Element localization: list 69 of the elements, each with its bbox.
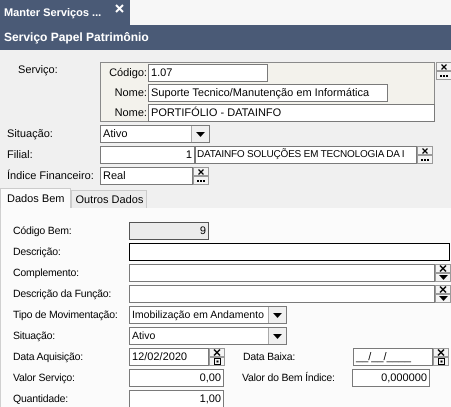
code-field[interactable]: 1.07 (148, 64, 268, 82)
close-icon[interactable] (115, 4, 124, 13)
calendar-icon (438, 358, 444, 365)
field-label: Nome: (114, 106, 148, 118)
field-label: Descrição: (12, 246, 62, 258)
field-label: Complemento: (12, 267, 80, 279)
field-label: Data Baixa: (243, 351, 296, 363)
number-field[interactable]: 0,00 (129, 369, 224, 387)
clear-button[interactable] (193, 167, 209, 176)
name-field[interactable]: PORTIFÓLIO - DATAINFO (148, 104, 435, 122)
tab[interactable]: Outros Dados (71, 190, 148, 208)
close-icon (437, 349, 445, 356)
lookup-button[interactable] (193, 176, 209, 185)
calendar-button[interactable] (433, 357, 449, 366)
date-field[interactable]: 12/02/2020 (129, 348, 209, 366)
branch-code-field[interactable]: 1 (100, 146, 195, 164)
dropdown[interactable]: Ativo (129, 327, 287, 345)
dropdown-button[interactable] (435, 294, 451, 303)
field-label: Valor do Bem Índice: (242, 372, 336, 384)
calendar-icon (214, 358, 220, 365)
document-tab[interactable]: Manter Serviços ... (0, 0, 130, 25)
dropdown-arrow-icon (438, 275, 448, 280)
field-label: Código: (108, 66, 148, 78)
clear-button[interactable] (435, 264, 451, 273)
text-field[interactable] (129, 243, 450, 261)
tab[interactable]: Dados Bem (0, 188, 72, 208)
field-label: Quantidade: (12, 393, 70, 405)
close-icon (439, 265, 447, 272)
clear-button[interactable] (435, 285, 451, 294)
field-label: Código Bem: (12, 225, 72, 237)
clear-button[interactable] (436, 62, 451, 71)
dropdown-arrow-icon (438, 296, 448, 301)
number-field[interactable]: 1,00 (129, 390, 224, 407)
number-field[interactable]: 0,000000 (352, 369, 430, 387)
field-label: Situação: (12, 330, 56, 342)
field-label: Valor Serviço: (12, 372, 76, 384)
name-field[interactable]: Suporte Tecnico/Manutenção em Informática (148, 84, 388, 102)
field-label: Data Aquisição: (12, 351, 84, 363)
text-field[interactable] (129, 285, 435, 303)
field-label: Tipo de Movimentação: (12, 309, 119, 321)
close-icon (439, 286, 447, 293)
close-icon (213, 349, 221, 356)
lookup-button[interactable] (417, 155, 433, 164)
dropdown-arrow-icon (273, 312, 282, 318)
date-field[interactable]: __/__/____ (353, 348, 433, 366)
clear-button[interactable] (209, 348, 225, 357)
dropdown[interactable]: Imobilização em Andamento (129, 306, 287, 324)
text-field[interactable] (129, 264, 435, 282)
field-label: Situação: (6, 128, 54, 140)
dropdown-button[interactable] (435, 273, 451, 282)
index-field[interactable]: Real (100, 167, 193, 185)
field-label: Serviço: (17, 63, 59, 76)
branch-name-field[interactable]: DATAINFO SOLUÇÕES EM TECNOLOGIA DA I (195, 146, 417, 164)
dropdown-arrow-icon (273, 334, 282, 338)
field-label: Descrição da Função: (12, 288, 112, 300)
close-icon (422, 148, 428, 154)
close-icon (441, 64, 447, 70)
lookup-button[interactable] (436, 71, 451, 80)
dropdown-arrow-icon (196, 132, 205, 136)
field-label: Nome: (114, 86, 148, 98)
close-icon (198, 168, 204, 174)
status-dropdown[interactable]: Ativo (100, 125, 210, 143)
field-label: Filial: (6, 149, 34, 161)
clear-button[interactable] (433, 348, 449, 357)
form-title: Serviço Papel Patrimônio (0, 25, 451, 50)
clear-button[interactable] (417, 146, 433, 155)
readonly-field: 9 (129, 222, 209, 240)
calendar-button[interactable] (209, 357, 225, 366)
field-label: Índice Financeiro: (6, 170, 95, 182)
